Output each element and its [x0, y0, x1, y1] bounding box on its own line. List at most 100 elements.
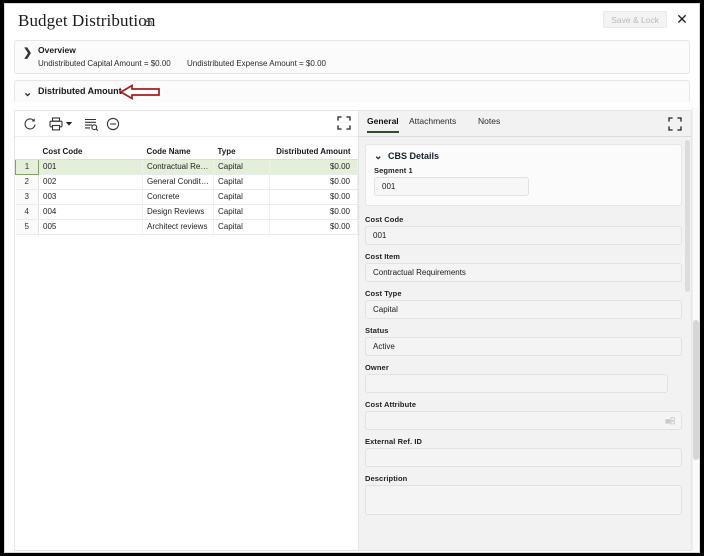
- cell-distributed-amount[interactable]: $0.00: [269, 204, 358, 220]
- field-cost-item: Cost Item Contractual Requirements: [365, 252, 682, 282]
- field-cost-type: Cost Type Capital: [365, 289, 682, 319]
- chevron-down-icon: ⌄: [23, 87, 33, 99]
- cost-attribute-input[interactable]: [365, 411, 682, 430]
- cell-type[interactable]: Capital: [213, 189, 270, 205]
- tab-general[interactable]: General: [367, 116, 399, 133]
- cell-code-name[interactable]: Design Reviews: [142, 204, 214, 220]
- red-left-arrow-annotation: [119, 84, 160, 100]
- print-icon[interactable]: [48, 116, 64, 132]
- distributed-amount-title: Distributed Amount: [38, 86, 122, 96]
- row-number-cell[interactable]: 3: [15, 189, 39, 205]
- minus-circle-icon[interactable]: [105, 116, 121, 132]
- field-cost-attribute: Cost Attribute: [365, 400, 682, 430]
- table-header: Cost Code Code Name Type Distributed Amo…: [15, 137, 358, 160]
- detail-panel: General Attachments Notes ⌄ CBS Details …: [359, 111, 691, 550]
- description-input[interactable]: [365, 485, 682, 515]
- expand-fullscreen-icon[interactable]: [668, 117, 682, 131]
- list-picker-icon[interactable]: [665, 417, 675, 426]
- form-scrollbar-thumb[interactable]: [685, 140, 690, 292]
- cell-cost-code[interactable]: 001: [38, 159, 143, 175]
- cell-type[interactable]: Capital: [213, 204, 270, 220]
- column-header-cost-code[interactable]: Cost Code: [38, 137, 143, 160]
- field-label-owner: Owner: [365, 363, 389, 372]
- cell-code-name[interactable]: Concrete: [142, 189, 214, 205]
- undistributed-capital-amount: Undistributed Capital Amount = $0.00: [38, 59, 171, 68]
- overview-section[interactable]: ❯ Overview Undistributed Capital Amount …: [14, 40, 690, 74]
- cell-cost-code[interactable]: 002: [38, 174, 143, 190]
- field-label-description: Description: [365, 474, 408, 483]
- cell-cost-code[interactable]: 003: [38, 189, 143, 205]
- tab-notes[interactable]: Notes: [478, 116, 500, 131]
- cell-cost-code[interactable]: 004: [38, 204, 143, 220]
- field-status: Status Active: [365, 326, 682, 356]
- field-label-status: Status: [365, 326, 389, 335]
- expand-fullscreen-icon[interactable]: [337, 116, 351, 130]
- cell-distributed-amount[interactable]: $0.00: [269, 159, 358, 175]
- cbs-details-title: CBS Details: [388, 151, 440, 161]
- external-ref-id-input[interactable]: [365, 448, 682, 467]
- title-bar: Budget Distribution Save & Lock ✕: [5, 4, 699, 40]
- undistributed-expense-amount: Undistributed Expense Amount = $0.00: [186, 59, 326, 68]
- field-label-external-ref-id: External Ref. ID: [365, 437, 423, 446]
- cell-cost-code[interactable]: 005: [38, 219, 143, 235]
- field-label-segment-1: Segment 1: [374, 166, 413, 175]
- cost-type-input[interactable]: Capital: [365, 300, 682, 319]
- column-header-code-name[interactable]: Code Name: [142, 137, 214, 160]
- window-scrollbar[interactable]: [692, 108, 699, 550]
- row-number-cell[interactable]: 5: [15, 219, 39, 235]
- table-row[interactable]: 4 004 Design Reviews Capital $0.00: [15, 204, 358, 220]
- save-lock-button[interactable]: Save & Lock: [603, 11, 667, 28]
- close-icon[interactable]: ✕: [673, 10, 691, 28]
- field-cost-code: Cost Code 001: [365, 215, 682, 245]
- budget-distribution-window: Budget Distribution Save & Lock ✕ ❯ Over…: [4, 3, 700, 553]
- overview-title: Overview: [38, 45, 76, 55]
- cell-distributed-amount[interactable]: $0.00: [269, 219, 358, 235]
- cost-item-input[interactable]: Contractual Requirements: [365, 263, 682, 282]
- cbs-details-section[interactable]: ⌄ CBS Details Segment 1 001: [365, 144, 682, 206]
- tab-attachments[interactable]: Attachments: [409, 116, 456, 131]
- cell-type[interactable]: Capital: [213, 219, 270, 235]
- cost-code-input[interactable]: 001: [365, 226, 682, 245]
- chevron-down-icon: ⌄: [374, 151, 383, 162]
- chevron-right-icon: ❯: [23, 47, 33, 59]
- field-label-cost-code: Cost Code: [365, 215, 404, 224]
- cell-distributed-amount[interactable]: $0.00: [269, 174, 358, 190]
- table-row[interactable]: 2 002 General Conditions Capital $0.00: [15, 174, 358, 190]
- page-title: Budget Distribution: [18, 11, 156, 30]
- cell-distributed-amount[interactable]: $0.00: [269, 189, 358, 205]
- cell-type[interactable]: Capital: [213, 159, 270, 175]
- form-scrollbar[interactable]: [685, 140, 690, 548]
- cell-type[interactable]: Capital: [213, 174, 270, 190]
- row-number-cell[interactable]: 4: [15, 204, 39, 220]
- refresh-icon[interactable]: [22, 116, 38, 132]
- cell-code-name[interactable]: General Conditions: [142, 174, 214, 190]
- row-number-cell[interactable]: 2: [15, 174, 39, 190]
- column-header-type[interactable]: Type: [213, 137, 270, 160]
- distribution-table[interactable]: Cost Code Code Name Type Distributed Amo…: [15, 137, 358, 235]
- filter-list-search-icon[interactable]: [83, 116, 99, 132]
- row-number-cell[interactable]: 1: [15, 158, 39, 175]
- field-external-ref-id: External Ref. ID: [365, 437, 682, 467]
- grid-toolbar: [15, 111, 358, 137]
- table-row[interactable]: 3 003 Concrete Capital $0.00: [15, 189, 358, 205]
- table-row[interactable]: 5 005 Architect reviews Capital $0.00: [15, 219, 358, 235]
- field-label-cost-item: Cost Item: [365, 252, 401, 261]
- owner-input[interactable]: [365, 374, 668, 393]
- field-owner: Owner: [365, 363, 682, 393]
- distributed-amount-section-header[interactable]: ⌄ Distributed Amount: [14, 80, 690, 102]
- field-label-cost-attribute: Cost Attribute: [365, 400, 417, 409]
- status-input[interactable]: Active: [365, 337, 682, 356]
- segment-1-input[interactable]: 001: [374, 177, 529, 196]
- window-scrollbar-thumb[interactable]: [693, 320, 699, 460]
- column-header-distributed-amount[interactable]: Distributed Amount: [269, 137, 358, 160]
- cell-code-name[interactable]: Architect reviews: [142, 219, 214, 235]
- cell-code-name[interactable]: Contractual Requi...: [142, 159, 214, 175]
- lock-open-icon: [145, 18, 152, 26]
- detail-tab-strip: General Attachments Notes: [359, 111, 691, 137]
- column-header-rownum[interactable]: [15, 137, 39, 160]
- field-segment-1: Segment 1 001: [374, 166, 673, 196]
- table-header-row: Cost Code Code Name Type Distributed Amo…: [15, 137, 358, 160]
- table-row[interactable]: 1 001 Contractual Requi... Capital $0.00: [15, 158, 358, 175]
- distribution-grid-pane: Cost Code Code Name Type Distributed Amo…: [15, 111, 359, 550]
- chevron-down-icon[interactable]: [65, 121, 73, 127]
